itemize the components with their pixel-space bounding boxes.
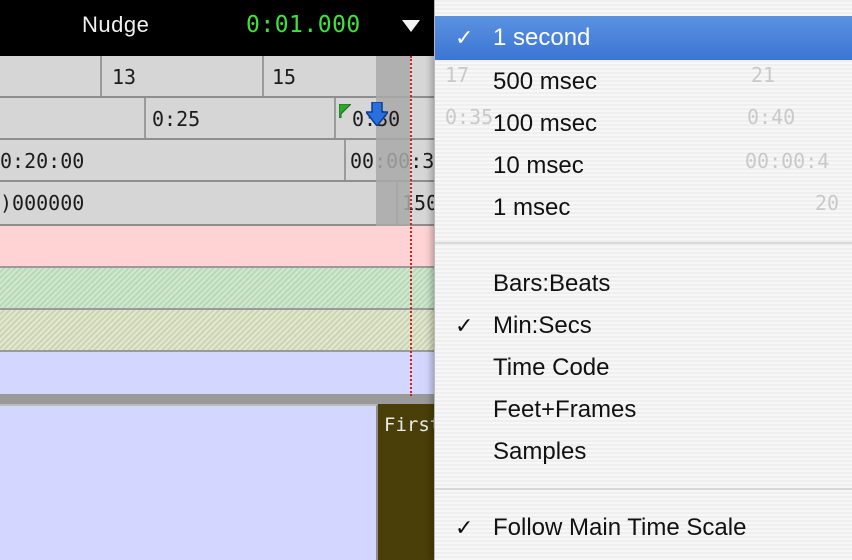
check-icon: ✓ xyxy=(455,515,474,540)
nudge-dropdown-arrow-icon[interactable] xyxy=(402,20,420,32)
menu-item-1-msec[interactable]: 1 msec xyxy=(435,186,852,230)
ruler-tick xyxy=(144,98,146,138)
menu-item-label: Min:Secs xyxy=(493,312,592,339)
menu-item-time-code[interactable]: Time Code xyxy=(435,346,852,390)
clip-name: First xyxy=(384,414,442,436)
ruler-tick xyxy=(262,56,264,96)
menu-item-samples[interactable]: Samples xyxy=(435,430,852,474)
nudge-label: Nudge xyxy=(82,12,150,37)
marker-flag-icon[interactable] xyxy=(339,104,351,118)
menu-item-100-msec[interactable]: 100 msec xyxy=(435,102,852,146)
menu-item-label: Feet+Frames xyxy=(493,396,637,423)
menu-item-bars-beats[interactable]: Bars:Beats xyxy=(435,262,852,306)
menu-item-label: 1 second xyxy=(493,24,591,51)
insertion-cursor-icon[interactable] xyxy=(366,102,388,126)
ruler-tick xyxy=(334,98,336,138)
menu-item-500-msec[interactable]: 500 msec xyxy=(435,60,852,104)
menu-item-follow-main-time-scale[interactable]: ✓ Follow Main Time Scale xyxy=(435,506,852,550)
ruler-label: 0:20:00 xyxy=(0,149,85,173)
ruler-label: 13 xyxy=(112,65,137,89)
ruler-bars-beats[interactable]: 13 15 xyxy=(0,56,440,98)
menu-item-label: Bars:Beats xyxy=(493,270,611,297)
menu-item-label: 500 msec xyxy=(493,68,598,95)
playhead-line xyxy=(410,56,412,396)
track-lane-clip-area[interactable] xyxy=(0,404,378,560)
ruler-timecode[interactable]: 0:20:00 00:00:30:0 xyxy=(0,140,470,182)
nudge-value[interactable]: 0:01.000 xyxy=(246,12,361,38)
ruler-tick xyxy=(100,56,102,96)
menu-item-label: Samples xyxy=(493,438,587,465)
menu-item-label: Follow Main Time Scale xyxy=(493,514,747,541)
selection-shade xyxy=(376,56,410,226)
menu-item-label: 10 msec xyxy=(493,152,584,179)
ruler-label: )000000 xyxy=(0,191,85,215)
menu-item-label: 1 msec xyxy=(493,194,571,221)
menu-separator xyxy=(435,488,852,490)
track-lane-blue[interactable] xyxy=(0,352,436,396)
check-icon: ✓ xyxy=(455,313,474,338)
menu-item-label: 100 msec xyxy=(493,110,598,137)
check-icon: ✓ xyxy=(455,25,474,50)
track-lane-green[interactable] xyxy=(0,268,436,310)
lane-divider xyxy=(0,396,440,404)
menu-item-label: Time Code xyxy=(493,354,610,381)
ruler-label: 0:25 xyxy=(152,107,201,131)
ruler-samples[interactable]: )000000 1500000 xyxy=(0,182,486,226)
menu-item-min-secs[interactable]: ✓ Min:Secs xyxy=(435,304,852,348)
menu-item-1-second[interactable]: ✓ 1 second xyxy=(435,16,852,60)
ruler-label: 15 xyxy=(272,65,297,89)
nudge-counter-bar xyxy=(0,0,440,56)
ruler-tick xyxy=(344,140,346,180)
menu-item-feet-frames[interactable]: Feet+Frames xyxy=(435,388,852,432)
menu-item-10-msec[interactable]: 10 msec xyxy=(435,144,852,188)
menu-separator xyxy=(435,242,852,244)
nudge-value-menu: 17 21 0:35 0:40 00:00:4 20 ✓ 1 second 50… xyxy=(434,0,852,560)
track-lane-red[interactable] xyxy=(0,226,436,268)
track-lane-olive[interactable] xyxy=(0,310,436,352)
